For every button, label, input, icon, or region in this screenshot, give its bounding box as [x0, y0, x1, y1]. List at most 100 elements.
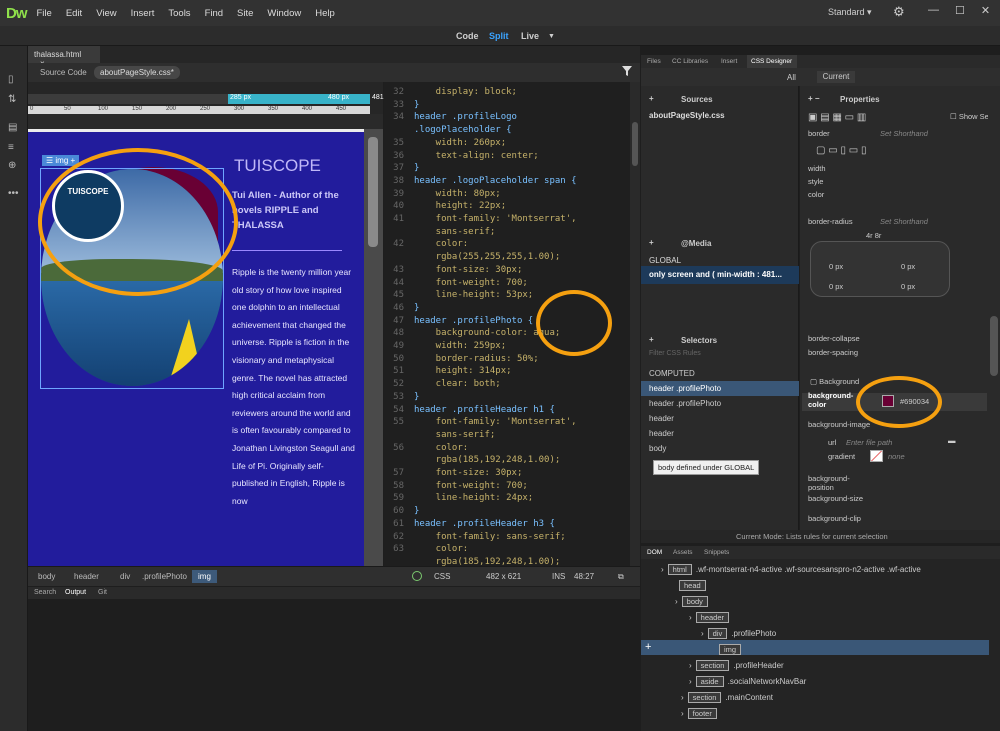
chevron-icon[interactable]: ›: [681, 709, 684, 718]
code-line[interactable]: 51 height: 314px;: [384, 365, 630, 378]
tab-output[interactable]: Output: [65, 589, 86, 596]
tab-files[interactable]: Files: [647, 58, 661, 65]
code-line[interactable]: 42 color:: [384, 238, 630, 251]
border-side-icons[interactable]: ▢ ▭ ▯ ▭ ▯: [816, 145, 866, 156]
dom-tag[interactable]: section: [695, 660, 730, 671]
window-size[interactable]: 482 x 621: [486, 572, 521, 581]
workspace-switcher[interactable]: Standard ▾: [828, 7, 872, 18]
code-line[interactable]: sans-serif;: [384, 226, 630, 239]
add-property-icon[interactable]: + −: [808, 94, 820, 103]
tab-snippets[interactable]: Snippets: [704, 549, 729, 556]
code-line[interactable]: 39 width: 80px;: [384, 188, 630, 201]
dom-node[interactable]: › section .profileHeader: [689, 660, 784, 671]
code-line[interactable]: 37}: [384, 162, 630, 175]
sort-icon[interactable]: ⇅: [8, 94, 16, 105]
selector-item[interactable]: body: [641, 441, 799, 456]
dom-tag[interactable]: footer: [687, 708, 717, 719]
scrollbar-thumb[interactable]: [368, 137, 378, 247]
background-section[interactable]: ▢ Background: [810, 377, 859, 386]
view-code-button[interactable]: Code: [456, 31, 479, 41]
show-set-checkbox[interactable]: ☐ Show Set: [950, 112, 991, 121]
breadcrumb-class[interactable]: .profilePhoto: [142, 572, 187, 581]
code-line[interactable]: 61 header .profileHeader h3 {: [384, 518, 630, 531]
tab-cc-libraries[interactable]: CC Libraries: [672, 58, 708, 65]
menu-file[interactable]: File: [37, 8, 52, 19]
code-line[interactable]: 36 text-align: center;: [384, 150, 630, 163]
document-icon[interactable]: ▤: [8, 122, 17, 133]
dom-tag[interactable]: html: [667, 564, 692, 575]
chevron-icon[interactable]: ›: [689, 677, 692, 686]
add-selector-icon[interactable]: +: [649, 335, 654, 344]
chevron-icon[interactable]: ›: [661, 565, 664, 574]
code-line[interactable]: 50 border-radius: 50%;: [384, 353, 630, 366]
code-line[interactable]: 38 header .logoPlaceholder span {: [384, 175, 630, 188]
more-icon[interactable]: •••: [8, 188, 19, 199]
menu-tools[interactable]: Tools: [168, 8, 190, 19]
tab-git[interactable]: Git: [98, 589, 107, 596]
file-icon[interactable]: ▯: [8, 74, 14, 85]
dom-node[interactable]: › div .profilePhoto: [701, 628, 776, 639]
media-query-track[interactable]: [28, 94, 228, 104]
properties-scrollbar[interactable]: [988, 86, 1000, 530]
tab-dom[interactable]: DOM: [647, 549, 662, 556]
code-line[interactable]: 62 font-family: sans-serif;: [384, 531, 630, 544]
dom-tag[interactable]: section: [687, 692, 722, 703]
dom-tag[interactable]: header: [695, 612, 730, 623]
selector-item[interactable]: header .profilePhoto: [641, 396, 799, 411]
menu-site[interactable]: Site: [237, 8, 253, 19]
dom-node[interactable]: head: [675, 580, 710, 591]
chevron-icon[interactable]: ›: [681, 693, 684, 702]
selector-item[interactable]: header: [641, 411, 799, 426]
code-line[interactable]: 44 font-weight: 700;: [384, 277, 630, 290]
dom-node[interactable]: › section .mainContent: [681, 692, 773, 703]
dom-node[interactable]: › aside .socialNetworkNavBar: [689, 676, 806, 687]
add-source-icon[interactable]: +: [649, 94, 654, 103]
tab-css-designer[interactable]: CSS Designer: [751, 58, 792, 65]
source-code-tab[interactable]: Source Code: [40, 68, 87, 77]
code-line[interactable]: 34 header .profileLogo: [384, 111, 630, 124]
code-line[interactable]: 35 width: 260px;: [384, 137, 630, 150]
radius-tr[interactable]: 0 px: [901, 262, 915, 271]
media-item[interactable]: only screen and ( min-width : 481...: [649, 270, 782, 279]
radius-bl[interactable]: 0 px: [829, 282, 843, 291]
code-line[interactable]: 60}: [384, 505, 630, 518]
live-view-scrollbar[interactable]: [364, 129, 383, 566]
chevron-icon[interactable]: ›: [689, 613, 692, 622]
code-line[interactable]: 59 line-height: 24px;: [384, 492, 630, 505]
dom-tag[interactable]: head: [679, 580, 706, 591]
dom-node[interactable]: › body: [675, 596, 712, 607]
breadcrumb-img[interactable]: img: [192, 570, 217, 583]
code-line[interactable]: 53}: [384, 391, 630, 404]
category-icons[interactable]: ▣ ▤ ▦ ▭ ▥: [808, 112, 866, 123]
gradient-swatch[interactable]: [870, 450, 883, 462]
dom-tag[interactable]: img: [719, 644, 742, 655]
format-icon[interactable]: ≡: [8, 142, 14, 153]
code-line[interactable]: 58 font-weight: 700;: [384, 480, 630, 493]
target-icon[interactable]: ⊕: [8, 160, 16, 171]
code-line[interactable]: rgba(185,192,248,1.00);: [384, 556, 630, 566]
maximize-icon[interactable]: ☐: [955, 4, 965, 17]
code-line[interactable]: 63 color:: [384, 543, 630, 556]
menu-view[interactable]: View: [96, 8, 116, 19]
dom-node[interactable]: › footer: [681, 708, 721, 719]
code-line[interactable]: 57 font-size: 30px;: [384, 467, 630, 480]
selector-item[interactable]: header: [641, 426, 799, 441]
filter-css-rules-input[interactable]: Filter CSS Rules: [649, 350, 701, 357]
menu-insert[interactable]: Insert: [131, 8, 155, 19]
url-input[interactable]: Enter file path: [846, 438, 892, 447]
code-line[interactable]: 56 color:: [384, 442, 630, 455]
menu-edit[interactable]: Edit: [66, 8, 82, 19]
code-line[interactable]: 52 clear: both;: [384, 378, 630, 391]
breadcrumb-body[interactable]: body: [38, 572, 55, 581]
scrollbar-thumb[interactable]: [990, 316, 998, 376]
code-line[interactable]: .logoPlaceholder {: [384, 124, 630, 137]
code-line[interactable]: 41 font-family: 'Montserrat',: [384, 213, 630, 226]
close-icon[interactable]: ✕: [981, 4, 990, 17]
code-line[interactable]: 55 font-family: 'Montserrat',: [384, 416, 630, 429]
related-css-tab[interactable]: aboutPageStyle.css*: [94, 66, 180, 79]
menu-window[interactable]: Window: [267, 8, 301, 19]
all-button[interactable]: All: [787, 73, 796, 82]
menu-help[interactable]: Help: [315, 8, 335, 19]
selector-item[interactable]: COMPUTED: [641, 366, 799, 381]
code-line[interactable]: rgba(185,192,248,1.00);: [384, 454, 630, 467]
